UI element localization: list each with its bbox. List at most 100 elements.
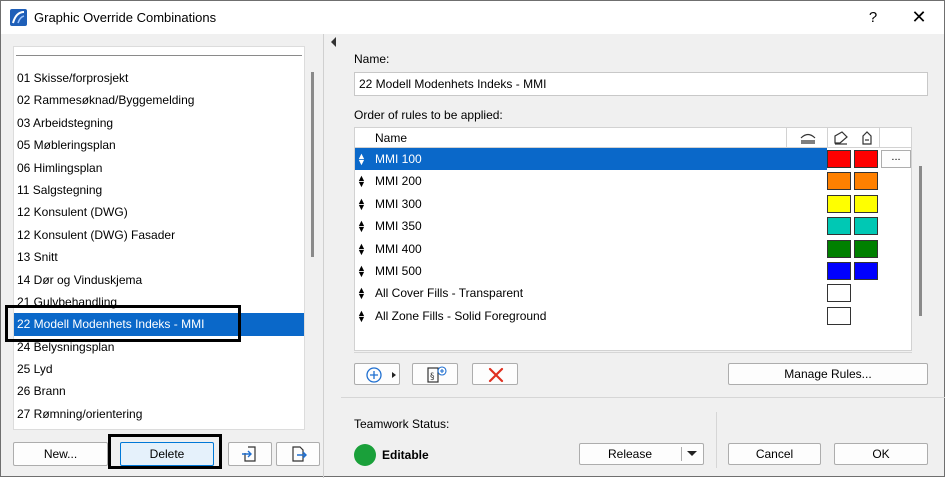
release-split-divider <box>681 447 682 461</box>
drag-handle-icon[interactable]: ▲ ▼ <box>357 196 366 211</box>
rule-name: MMI 200 <box>375 174 422 189</box>
add-rule-icon <box>366 367 396 383</box>
title-bar: Graphic Override Combinations ? ✕ <box>1 1 944 34</box>
pen-color-swatch[interactable] <box>854 150 878 168</box>
drag-handle-icon[interactable]: ▲ ▼ <box>357 174 366 189</box>
fill-color-swatch[interactable] <box>827 262 851 280</box>
rules-label: Order of rules to be applied: <box>354 108 503 122</box>
combinations-list: 01 Skisse/forprosjekt 02 Rammesøknad/Bygg… <box>14 67 304 425</box>
rule-name: MMI 500 <box>375 264 422 278</box>
close-button[interactable]: ✕ <box>897 1 941 34</box>
combination-item[interactable]: 24 Belysningsplan <box>14 336 304 358</box>
release-button-label: Release <box>607 447 653 461</box>
ok-button-label: OK <box>872 447 890 461</box>
chevron-down-icon[interactable] <box>686 450 698 458</box>
pen-color-swatch[interactable] <box>854 262 878 280</box>
header-separator <box>879 128 880 148</box>
rule-name: MMI 400 <box>375 241 422 256</box>
rule-options-button[interactable]: ... <box>881 150 911 168</box>
panel-splitter[interactable] <box>323 34 324 478</box>
combinations-list-panel: 01 Skisse/forprosjekt 02 Rammesøknad/Bygg… <box>13 46 305 430</box>
drag-handle-icon[interactable]: ▲ ▼ <box>357 286 366 301</box>
combination-item[interactable]: 22 Modell Modenhets Indeks - MMI <box>14 313 304 336</box>
fill-color-swatch[interactable] <box>827 217 851 236</box>
fill-color-swatch[interactable] <box>827 172 851 191</box>
rules-table-header: Name <box>355 128 911 148</box>
teamwork-status-value: Editable <box>382 448 429 462</box>
rule-row[interactable]: ▲ ▼ MMI 400 <box>355 238 911 260</box>
archicad-app-icon <box>10 9 27 26</box>
drag-handle-icon[interactable]: ▲ ▼ <box>357 219 366 234</box>
rule-name: MMI 350 <box>375 219 422 234</box>
new-button[interactable]: New... <box>13 442 108 466</box>
fill-color-swatch[interactable] <box>827 306 851 325</box>
rule-row[interactable]: ▲ ▼ All Zone Fills - Solid Foreground <box>355 305 911 327</box>
rule-row[interactable]: ▲ ▼ MMI 200 <box>355 170 911 192</box>
rule-row[interactable]: ▲ ▼ MMI 350 <box>355 215 911 237</box>
fill-color-swatch[interactable] <box>827 194 851 213</box>
rules-scrollbar[interactable] <box>919 166 922 316</box>
pen-color-swatch[interactable] <box>854 217 878 236</box>
drag-handle-icon[interactable]: ▲ ▼ <box>357 152 366 167</box>
help-button[interactable]: ? <box>851 1 895 34</box>
dialog-window: Graphic Override Combinations ? ✕ 01 Ski… <box>0 0 945 478</box>
combinations-scrollbar[interactable] <box>311 72 314 257</box>
new-button-label: New... <box>43 447 78 461</box>
import-button[interactable] <box>228 442 272 466</box>
rule-row[interactable]: ▲ ▼ MMI 500 <box>355 260 911 282</box>
teamwork-status-icon <box>354 444 376 466</box>
combination-item[interactable]: 12 Konsulent (DWG) <box>14 201 304 223</box>
fill-color-swatch[interactable] <box>827 150 851 168</box>
pen-column-icon <box>862 131 872 145</box>
fill-color-swatch[interactable] <box>827 284 851 303</box>
duplicate-rule-icon: § <box>427 366 447 383</box>
fill-color-swatch[interactable] <box>827 239 851 258</box>
rule-name: All Zone Fills - Solid Foreground <box>375 308 547 323</box>
rule-row[interactable]: ▲ ▼ MMI 100... <box>355 148 911 170</box>
rule-name: MMI 300 <box>375 196 422 211</box>
rules-table: Name ▲ ▼ MMI 100... ▲ ▼ MMI 200 ▲ ▼ MMI 300 ▲ ▼ MMI… <box>354 127 912 351</box>
section-divider <box>341 397 945 398</box>
header-separator <box>827 128 828 148</box>
delete-button[interactable]: Delete <box>120 442 214 466</box>
rule-row-selection <box>355 148 827 170</box>
drag-handle-icon[interactable]: ▲ ▼ <box>357 308 366 323</box>
add-rule-button[interactable] <box>354 363 400 385</box>
combination-item[interactable]: 11 Salgstegning <box>14 179 304 201</box>
drag-handle-icon[interactable]: ▲ ▼ <box>357 264 366 279</box>
list-header-divider <box>16 55 302 56</box>
combination-item[interactable]: 06 Himlingsplan <box>14 157 304 179</box>
teamwork-status-label: Teamwork Status: <box>354 417 450 431</box>
pen-color-swatch[interactable] <box>854 194 878 213</box>
combination-item[interactable]: 03 Arbeidstegning <box>14 112 304 134</box>
remove-rule-icon <box>488 367 504 383</box>
rule-row[interactable]: ▲ ▼ All Cover Fills - Transparent <box>355 282 911 304</box>
cancel-button[interactable]: Cancel <box>728 443 821 465</box>
drag-handle-icon[interactable]: ▲ ▼ <box>357 241 366 256</box>
duplicate-rule-button[interactable]: § <box>412 363 458 385</box>
export-button[interactable] <box>276 442 320 466</box>
combination-item[interactable]: 01 Skisse/forprosjekt <box>14 67 304 89</box>
release-button[interactable]: Release <box>579 443 704 465</box>
combination-item[interactable]: 14 Dør og Vinduskjema <box>14 269 304 291</box>
cancel-button-label: Cancel <box>755 447 794 461</box>
combination-item[interactable]: 26 Brann <box>14 380 304 402</box>
combination-item[interactable]: 25 Lyd <box>14 358 304 380</box>
pen-color-swatch[interactable] <box>854 172 878 191</box>
help-icon: ? <box>868 9 878 26</box>
combination-item[interactable]: 27 Rømning/orientering <box>14 403 304 425</box>
visibility-column-icon <box>800 133 816 144</box>
name-field[interactable]: 22 Modell Modenhets Indeks - MMI <box>354 72 928 96</box>
ok-button[interactable]: OK <box>834 443 928 465</box>
combination-item[interactable]: 12 Konsulent (DWG) Fasader <box>14 224 304 246</box>
combination-item[interactable]: 05 Møbleringsplan <box>14 134 304 156</box>
combination-item[interactable]: 13 Snitt <box>14 246 304 268</box>
combination-item[interactable]: 21 Gulvbehandling <box>14 291 304 313</box>
manage-rules-label: Manage Rules... <box>784 367 872 381</box>
combination-item[interactable]: 02 Rammesøknad/Byggemelding <box>14 89 304 111</box>
rule-row[interactable]: ▲ ▼ MMI 300 <box>355 193 911 215</box>
pen-color-swatch[interactable] <box>854 239 878 258</box>
remove-rule-button[interactable] <box>472 363 518 385</box>
collapse-panel-icon[interactable] <box>331 37 336 47</box>
manage-rules-button[interactable]: Manage Rules... <box>728 363 928 385</box>
